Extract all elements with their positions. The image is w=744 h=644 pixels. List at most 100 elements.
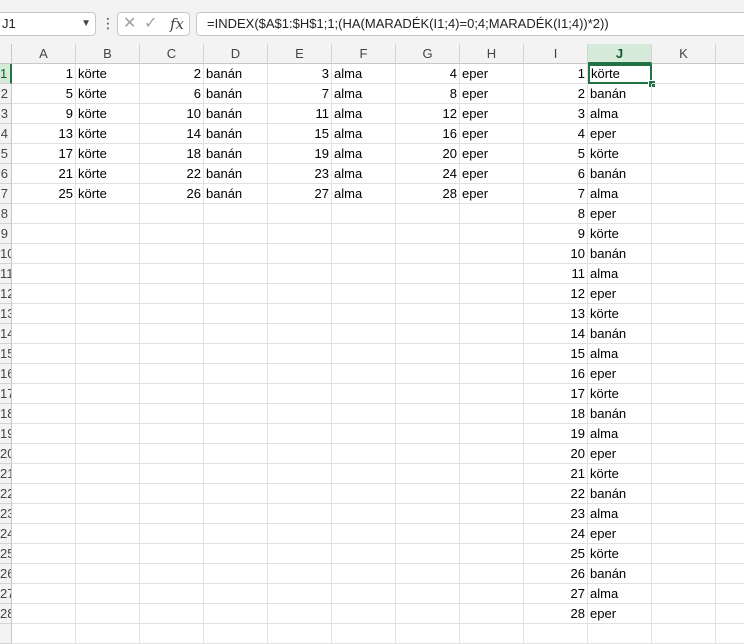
- cell-h15[interactable]: [460, 344, 524, 364]
- cell-b17[interactable]: [76, 384, 140, 404]
- cell-b15[interactable]: [76, 344, 140, 364]
- cell-g7[interactable]: 28: [396, 184, 460, 204]
- cell-j25[interactable]: körte: [588, 544, 652, 564]
- row-header-20[interactable]: 20: [0, 444, 12, 464]
- cell-d6[interactable]: banán: [204, 164, 268, 184]
- cell-a24[interactable]: [12, 524, 76, 544]
- cell-g24[interactable]: [396, 524, 460, 544]
- cell-h3[interactable]: eper: [460, 104, 524, 124]
- cell-j22[interactable]: banán: [588, 484, 652, 504]
- cell-l17[interactable]: [716, 384, 744, 404]
- row-header-9[interactable]: 9: [0, 224, 12, 244]
- cell-k16[interactable]: [652, 364, 716, 384]
- cell-h25[interactable]: [460, 544, 524, 564]
- cell-a1[interactable]: 1: [12, 64, 76, 84]
- cell-b22[interactable]: [76, 484, 140, 504]
- formula-input[interactable]: =INDEX($A$1:$H$1;1;(HA(MARADÉK(I1;4)=0;4…: [196, 12, 744, 36]
- cell-a10[interactable]: [12, 244, 76, 264]
- cell-dx[interactable]: [204, 624, 268, 644]
- cell-l2[interactable]: [716, 84, 744, 104]
- cell-e17[interactable]: [268, 384, 332, 404]
- cell-f12[interactable]: [332, 284, 396, 304]
- cell-c10[interactable]: [140, 244, 204, 264]
- cell-j2[interactable]: banán: [588, 84, 652, 104]
- cell-d5[interactable]: banán: [204, 144, 268, 164]
- cell-b5[interactable]: körte: [76, 144, 140, 164]
- cell-j13[interactable]: körte: [588, 304, 652, 324]
- cell-g15[interactable]: [396, 344, 460, 364]
- cell-j9[interactable]: körte: [588, 224, 652, 244]
- cell-l18[interactable]: [716, 404, 744, 424]
- cell-h22[interactable]: [460, 484, 524, 504]
- cell-d28[interactable]: [204, 604, 268, 624]
- cell-j12[interactable]: eper: [588, 284, 652, 304]
- cell-c5[interactable]: 18: [140, 144, 204, 164]
- cell-h13[interactable]: [460, 304, 524, 324]
- cell-d16[interactable]: [204, 364, 268, 384]
- row-header-3[interactable]: 3: [0, 104, 12, 124]
- cell-e14[interactable]: [268, 324, 332, 344]
- cell-b16[interactable]: [76, 364, 140, 384]
- cell-i17[interactable]: 17: [524, 384, 588, 404]
- cell-d18[interactable]: [204, 404, 268, 424]
- cell-l9[interactable]: [716, 224, 744, 244]
- cell-k15[interactable]: [652, 344, 716, 364]
- cell-e5[interactable]: 19: [268, 144, 332, 164]
- row-header-26[interactable]: 26: [0, 564, 12, 584]
- cell-l6[interactable]: [716, 164, 744, 184]
- column-header-b[interactable]: B: [76, 44, 140, 64]
- cell-c23[interactable]: [140, 504, 204, 524]
- column-header-e[interactable]: E: [268, 44, 332, 64]
- cell-c7[interactable]: 26: [140, 184, 204, 204]
- cell-k12[interactable]: [652, 284, 716, 304]
- cell-f20[interactable]: [332, 444, 396, 464]
- cell-f8[interactable]: [332, 204, 396, 224]
- cell-l25[interactable]: [716, 544, 744, 564]
- cell-l4[interactable]: [716, 124, 744, 144]
- cell-f11[interactable]: [332, 264, 396, 284]
- cell-l13[interactable]: [716, 304, 744, 324]
- cell-c25[interactable]: [140, 544, 204, 564]
- cell-f1[interactable]: alma: [332, 64, 396, 84]
- row-header-2[interactable]: 2: [0, 84, 12, 104]
- cell-k1[interactable]: [652, 64, 716, 84]
- cell-g22[interactable]: [396, 484, 460, 504]
- cell-j21[interactable]: körte: [588, 464, 652, 484]
- cell-g2[interactable]: 8: [396, 84, 460, 104]
- cell-b24[interactable]: [76, 524, 140, 544]
- cell-bx[interactable]: [76, 624, 140, 644]
- cell-d27[interactable]: [204, 584, 268, 604]
- cell-g1[interactable]: 4: [396, 64, 460, 84]
- cell-i19[interactable]: 19: [524, 424, 588, 444]
- cell-b18[interactable]: [76, 404, 140, 424]
- cell-c9[interactable]: [140, 224, 204, 244]
- cell-c15[interactable]: [140, 344, 204, 364]
- cell-h5[interactable]: eper: [460, 144, 524, 164]
- cell-f5[interactable]: alma: [332, 144, 396, 164]
- cell-a18[interactable]: [12, 404, 76, 424]
- cell-e10[interactable]: [268, 244, 332, 264]
- cell-g9[interactable]: [396, 224, 460, 244]
- cell-j11[interactable]: alma: [588, 264, 652, 284]
- cell-e21[interactable]: [268, 464, 332, 484]
- cell-h19[interactable]: [460, 424, 524, 444]
- cell-d24[interactable]: [204, 524, 268, 544]
- cell-k14[interactable]: [652, 324, 716, 344]
- cell-g14[interactable]: [396, 324, 460, 344]
- cell-l28[interactable]: [716, 604, 744, 624]
- cell-h16[interactable]: [460, 364, 524, 384]
- cell-g17[interactable]: [396, 384, 460, 404]
- cell-c17[interactable]: [140, 384, 204, 404]
- column-header-f[interactable]: F: [332, 44, 396, 64]
- cell-e27[interactable]: [268, 584, 332, 604]
- cell-a8[interactable]: [12, 204, 76, 224]
- cell-i10[interactable]: 10: [524, 244, 588, 264]
- cell-c1[interactable]: 2: [140, 64, 204, 84]
- cell-i5[interactable]: 5: [524, 144, 588, 164]
- cell-i24[interactable]: 24: [524, 524, 588, 544]
- column-header-i[interactable]: I: [524, 44, 588, 64]
- cell-f7[interactable]: alma: [332, 184, 396, 204]
- more-vertical-icon[interactable]: ⋮: [101, 12, 115, 34]
- cell-i18[interactable]: 18: [524, 404, 588, 424]
- cell-c3[interactable]: 10: [140, 104, 204, 124]
